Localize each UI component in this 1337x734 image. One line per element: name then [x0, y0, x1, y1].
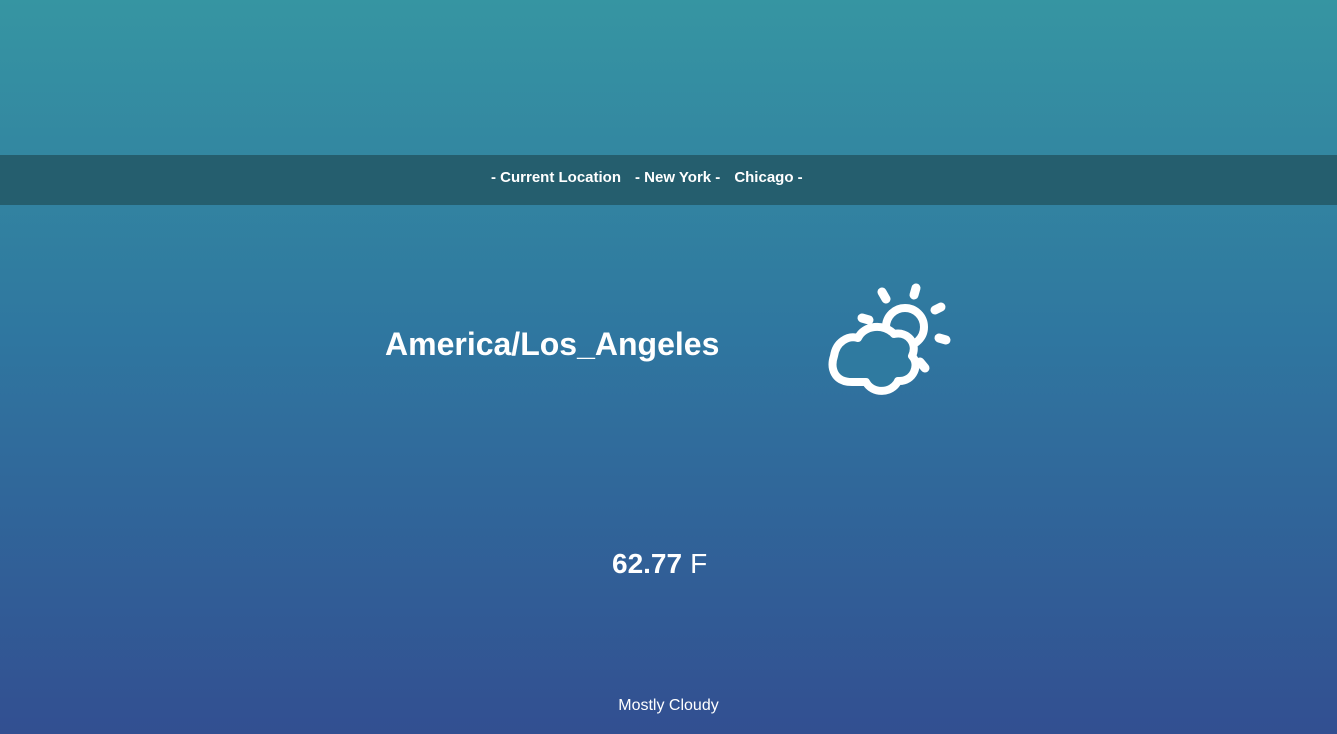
partly-cloudy-day-icon — [822, 280, 954, 405]
nav-link-chicago[interactable]: Chicago - — [734, 169, 802, 187]
location-links: - Current Location - New York - Chicago … — [491, 169, 803, 187]
temperature-unit: F — [690, 548, 708, 579]
nav-link-current-location[interactable]: - Current Location — [491, 169, 621, 187]
temperature-value: 62.77 — [612, 548, 683, 579]
temperature-readout: 62.77 F — [612, 547, 707, 581]
timezone-heading: America/Los_Angeles — [385, 326, 720, 362]
nav-link-new-york[interactable]: - New York - — [635, 169, 720, 187]
weather-summary: Mostly Cloudy — [618, 697, 719, 714]
location-navbar: - Current Location - New York - Chicago … — [0, 155, 1337, 205]
